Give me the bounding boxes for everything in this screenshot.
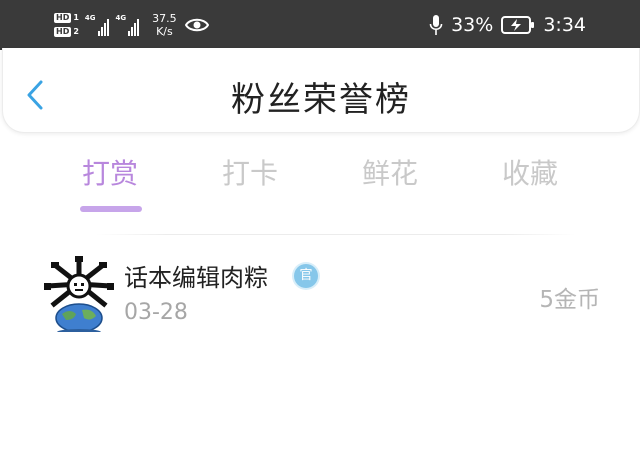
tab-divider — [96, 234, 576, 235]
hd2-number: 2 — [73, 27, 79, 36]
tab-reward[interactable]: 打赏 — [40, 152, 180, 192]
clock-time: 3:34 — [543, 14, 586, 36]
signal-2-icon: 4G — [116, 14, 141, 36]
network-type-2: 4G — [115, 14, 127, 22]
speed-unit: K/s — [156, 25, 173, 38]
tab-checkin[interactable]: 打卡 — [180, 152, 320, 192]
tab-favorites[interactable]: 收藏 — [460, 152, 600, 192]
hd1-label: HD — [54, 13, 72, 23]
entry-date: 03-28 — [124, 300, 188, 325]
user-name[interactable]: 话本编辑肉粽 — [124, 258, 268, 293]
microphone-icon — [429, 15, 443, 35]
page-title: 粉丝荣誉榜 — [231, 80, 411, 120]
tab-flowers[interactable]: 鲜花 — [320, 152, 460, 192]
network-type-1: 4G — [84, 14, 96, 22]
status-bar: HD 1 HD 2 4G 4G 37.5 K/s 33% 3:34 — [0, 0, 640, 50]
active-tab-indicator — [80, 206, 142, 212]
eye-icon — [184, 18, 209, 32]
battery-charging-icon — [501, 16, 535, 34]
network-speed: 37.5 K/s — [152, 12, 177, 38]
list-item[interactable]: 话本编辑肉粽 官 03-28 5金币 — [0, 248, 640, 338]
official-badge-icon: 官 — [294, 264, 318, 288]
status-right: 33% 3:34 — [429, 0, 586, 50]
status-left: HD 1 HD 2 4G 4G 37.5 K/s — [54, 8, 209, 42]
nav-header: 粉丝荣誉榜 — [2, 48, 640, 133]
avatar[interactable] — [44, 256, 114, 332]
hd-indicators: HD 1 HD 2 — [54, 13, 79, 37]
tab-bar: 打赏 打卡 鲜花 收藏 — [40, 152, 600, 218]
hd2-label: HD — [54, 27, 72, 37]
reward-amount: 5金币 — [539, 287, 600, 313]
battery-percent: 33% — [451, 14, 494, 36]
hd1-indicator: HD 1 — [54, 13, 79, 23]
hd1-number: 1 — [73, 13, 79, 22]
speed-value: 37.5 — [152, 12, 177, 25]
signal-1-icon: 4G — [85, 14, 110, 36]
hd2-indicator: HD 2 — [54, 27, 79, 37]
